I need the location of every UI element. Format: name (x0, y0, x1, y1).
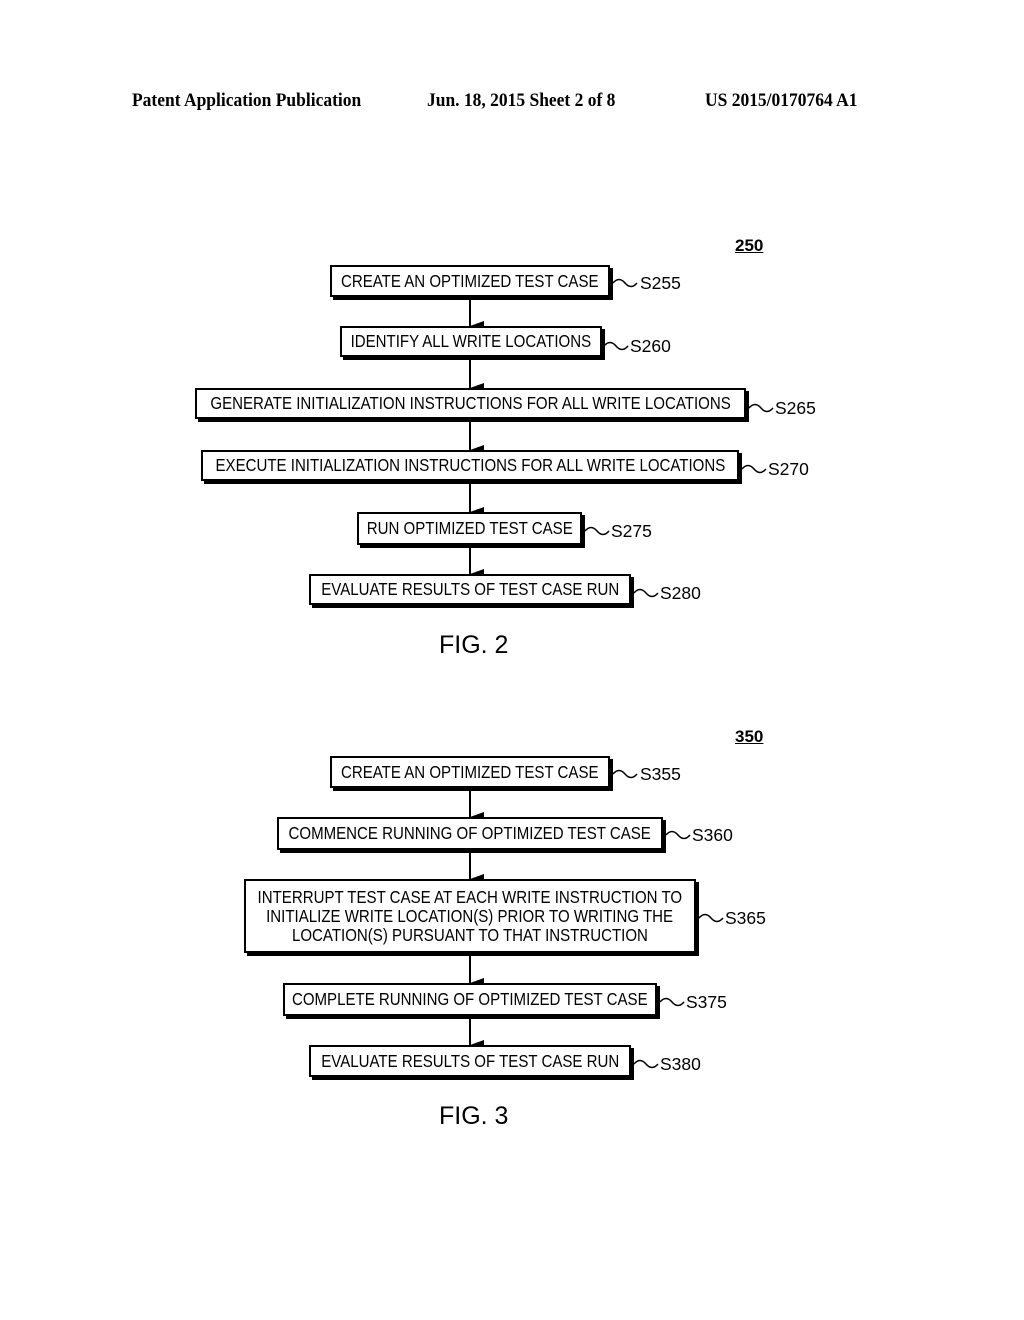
flowchart-connectors (469, 278, 774, 1069)
step-text-line: INITIALIZE WRITE LOCATION(S) PRIOR TO WR… (266, 905, 674, 926)
leader-s380 (633, 1059, 659, 1069)
fig2-step-s265: GENERATE INITIALIZATION INSTRUCTIONS FOR… (195, 388, 746, 419)
step-text: IDENTIFY ALL WRITE LOCATIONS (350, 331, 592, 351)
leader-s255 (612, 278, 638, 288)
leader-s270 (741, 464, 767, 474)
leader-s280 (633, 588, 659, 598)
step-text: EXECUTE INITIALIZATION INSTRUCTIONS FOR … (215, 455, 725, 475)
fig2-step-label: S265 (775, 398, 816, 418)
leader-s365 (698, 913, 724, 923)
leader-s265 (748, 403, 774, 413)
leader-s275 (584, 526, 610, 536)
fig3-step-s360: COMMENCE RUNNING OF OPTIMIZED TEST CASE (277, 817, 663, 850)
step-text: COMPLETE RUNNING OF OPTIMIZED TEST CASE (292, 989, 648, 1009)
fig3-step-s380: EVALUATE RESULTS OF TEST CASE RUN (309, 1045, 631, 1077)
fig2-step-label: S275 (611, 521, 652, 541)
fig2-step-s270: EXECUTE INITIALIZATION INSTRUCTIONS FOR … (201, 450, 739, 481)
leader-s260 (603, 341, 629, 351)
fig3-reference-number: 350 (735, 727, 764, 746)
fig2-step-label: S280 (660, 583, 701, 603)
fig2-step-label: S255 (640, 273, 681, 293)
fig3-step-s375: COMPLETE RUNNING OF OPTIMIZED TEST CASE (283, 983, 657, 1016)
fig2-step-s255: CREATE AN OPTIMIZED TEST CASE (330, 265, 610, 297)
step-text: RUN OPTIMIZED TEST CASE (366, 518, 573, 538)
step-text: EVALUATE RESULTS OF TEST CASE RUN (321, 579, 620, 599)
step-text-line: LOCATION(S) PURSUANT TO THAT INSTRUCTION (292, 924, 648, 945)
fig2-step-s280: EVALUATE RESULTS OF TEST CASE RUN (309, 574, 631, 605)
fig2-step-label: S270 (768, 459, 809, 479)
fig3-step-s355: CREATE AN OPTIMIZED TEST CASE (330, 756, 610, 788)
fig3-step-label: S355 (640, 764, 681, 784)
fig2-reference-number: 250 (735, 236, 764, 255)
step-text: GENERATE INITIALIZATION INSTRUCTIONS FOR… (210, 393, 731, 413)
leader-s360 (665, 830, 691, 840)
step-text: CREATE AN OPTIMIZED TEST CASE (341, 270, 599, 291)
step-text: EVALUATE RESULTS OF TEST CASE RUN (321, 1050, 620, 1071)
fig3-caption: FIG. 3 (439, 1102, 509, 1130)
fig2-step-s260: IDENTIFY ALL WRITE LOCATIONS (340, 326, 602, 357)
fig2-step-s275: RUN OPTIMIZED TEST CASE (357, 512, 582, 545)
step-text-line: INTERRUPT TEST CASE AT EACH WRITE INSTRU… (257, 886, 683, 907)
fig3-step-s365: INTERRUPT TEST CASE AT EACH WRITE INSTRU… (244, 879, 696, 953)
step-text: CREATE AN OPTIMIZED TEST CASE (341, 761, 599, 782)
fig2-step-label: S260 (630, 336, 671, 356)
fig2-caption: FIG. 2 (439, 631, 509, 659)
fig3-step-label: S365 (725, 908, 766, 928)
leader-s375 (659, 997, 685, 1007)
step-text: COMMENCE RUNNING OF OPTIMIZED TEST CASE (288, 823, 652, 843)
fig3-step-label: S380 (660, 1054, 701, 1074)
fig3-step-label: S375 (686, 992, 727, 1012)
leader-s355 (612, 769, 638, 779)
fig3-step-label: S360 (692, 825, 733, 845)
